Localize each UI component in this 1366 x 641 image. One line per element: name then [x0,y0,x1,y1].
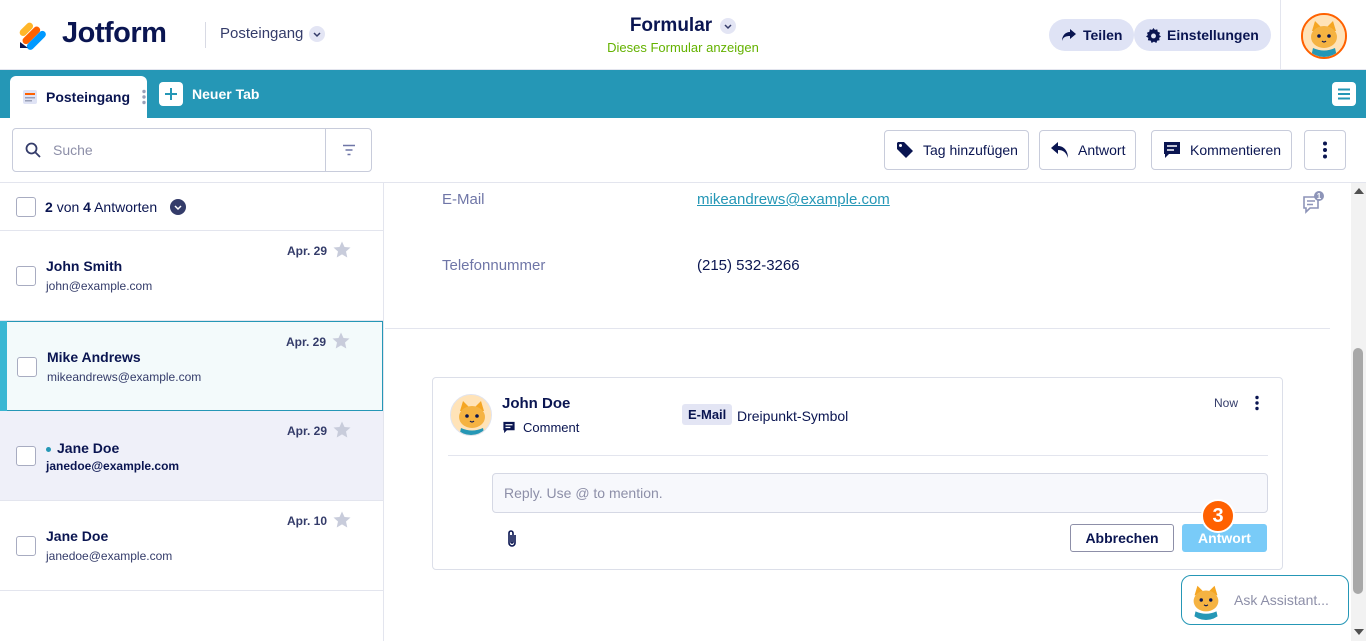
form-title: Formular [629,15,713,36]
submission-list: 2 von 4 Antworten John Smith john@exampl… [0,183,384,641]
commenter-name: John Doe [502,395,571,412]
filter-icon [342,144,355,156]
share-arrow-icon [1062,29,1076,41]
comment-field-tag: E-Mail [682,404,733,425]
list-item[interactable]: Mike Andrews mikeandrews@example.com Apr… [0,321,383,411]
unread-dot-icon [46,446,51,452]
list-header: 2 von 4 Antworten [0,183,383,231]
scroll-down-arrow-icon[interactable] [1354,629,1364,635]
field-value-email[interactable]: mikeandrews@example.com [697,191,890,208]
tab-posteingang[interactable]: Posteingang [10,76,147,118]
comment-type: Comment [502,420,579,435]
list-item[interactable]: John Smith john@example.com Apr. 29 [0,231,383,321]
user-avatar[interactable] [1301,13,1347,59]
item-name: Jane Doe [46,528,109,544]
item-email: janedoe@example.com [46,459,180,473]
comments-count-icon[interactable]: 1 [1302,191,1326,215]
list-item[interactable]: Jane Doe janedoe@example.com Apr. 29 [0,411,383,501]
search-box [12,128,372,172]
comment-icon [1164,142,1180,158]
hamburger-icon [1338,88,1350,100]
detail-divider [385,328,1330,329]
item-name: John Smith [46,258,123,274]
comment-button-label: Kommentieren [1190,142,1282,158]
field-label-email: E-Mail [442,191,485,208]
podo-cat-avatar-icon [1186,580,1226,620]
scrollbar-thumb[interactable] [1353,348,1363,594]
star-icon[interactable] [333,511,351,528]
comment-icon [503,421,515,434]
select-all-checkbox[interactable] [16,196,36,217]
commenter-avatar [450,394,492,436]
inbox-tab-icon [23,90,37,104]
add-tag-button[interactable]: Tag hinzufügen [884,130,1029,170]
item-email: mikeandrews@example.com [47,370,202,384]
chevron-down-icon [720,18,737,34]
app-header: Jotform Posteingang Formular Dieses Form… [0,0,1366,70]
settings-button[interactable]: Einstellungen [1134,19,1271,51]
paperclip-icon[interactable] [506,529,518,549]
cancel-button[interactable]: Abbrechen [1070,524,1174,552]
field-label-phone: Telefonnummer [442,257,546,274]
assistant-placeholder: Ask Assistant... [1234,592,1329,608]
tab-options-icon[interactable] [142,89,146,105]
comment-field-text: Dreipunkt-Symbol [737,408,849,424]
assistant-avatar [1186,580,1226,620]
field-value-phone: (215) 532-3266 [697,257,800,274]
comment-timestamp: Now [1214,396,1239,410]
reply-button-label: Antwort [1078,142,1126,158]
add-tag-label: Tag hinzufügen [923,142,1018,158]
star-icon[interactable] [333,241,351,258]
header-separator [1280,0,1281,70]
hamburger-menu-button[interactable] [1332,82,1356,106]
step-number-badge: 3 [1201,499,1235,533]
share-button-label: Teilen [1083,27,1123,43]
plus-icon [159,82,183,106]
more-options-button[interactable] [1304,130,1346,170]
submission-detail: E-Mail mikeandrews@example.com Telefonnu… [385,183,1351,641]
tag-icon [897,142,913,158]
list-item[interactable]: Jane Doe janedoe@example.com Apr. 10 [0,501,383,591]
tab-label: Posteingang [46,89,131,105]
search-icon [25,142,41,158]
star-icon[interactable] [333,421,351,438]
reply-arrow-icon [1051,142,1068,158]
item-name: Mike Andrews [47,349,141,365]
kebab-menu-icon[interactable] [1255,395,1259,411]
item-checkbox[interactable] [16,446,36,466]
item-checkbox[interactable] [17,357,37,377]
comment-card: John Doe Comment E-Mail Dreipunkt-Symbol… [432,377,1283,570]
item-date: Apr. 10 [286,514,327,528]
search-input[interactable] [53,142,313,158]
item-checkbox[interactable] [16,536,36,556]
item-checkbox[interactable] [16,266,36,286]
form-title-dropdown[interactable]: Formular [629,15,737,37]
podo-cat-avatar-icon [451,395,491,435]
ask-assistant-widget[interactable]: Ask Assistant... [1181,575,1349,625]
item-email: john@example.com [46,279,153,293]
chevron-down-icon[interactable] [170,198,187,215]
new-tab-label: Neuer Tab [192,86,260,102]
star-icon[interactable] [332,332,350,349]
tab-bar: Posteingang Neuer Tab [0,70,1366,118]
item-date: Apr. 29 [286,424,327,438]
submission-count: 2 von 4 Antworten [45,198,158,215]
filter-button[interactable] [325,129,371,171]
gear-icon [1146,27,1161,43]
reply-input[interactable] [492,473,1268,513]
share-button[interactable]: Teilen [1049,19,1135,51]
scroll-up-arrow-icon[interactable] [1354,188,1364,194]
item-name: Jane Doe [46,440,119,456]
comment-button[interactable]: Kommentieren [1151,130,1293,170]
item-date: Apr. 29 [285,335,326,349]
item-date: Apr. 29 [286,244,327,258]
comment-divider [448,455,1268,456]
reply-button[interactable]: Antwort [1039,130,1137,170]
podo-cat-avatar-icon [1303,15,1345,57]
comments-count: 1 [1317,192,1322,201]
settings-button-label: Einstellungen [1167,27,1259,43]
kebab-menu-icon [1323,141,1327,159]
item-email: janedoe@example.com [46,549,173,563]
new-tab-button[interactable]: Neuer Tab [159,82,259,106]
